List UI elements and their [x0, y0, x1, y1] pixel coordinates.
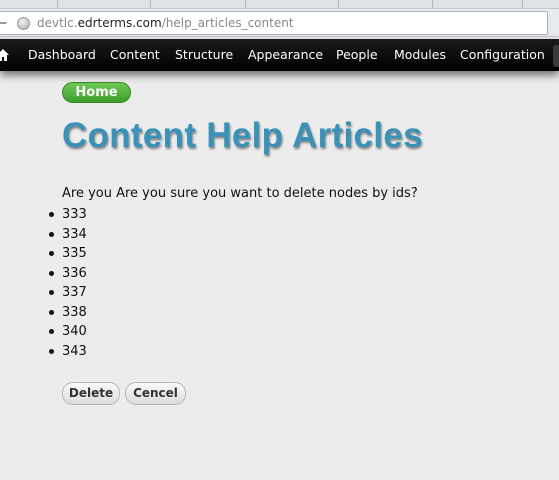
globe-icon: [17, 17, 30, 30]
url-field[interactable]: ─ devtlc.edrterms.com/help_articles_cont…: [0, 11, 548, 35]
cancel-button[interactable]: Cencel: [125, 382, 186, 405]
node-id-list: 333 334 335 336 337 338 340 343: [49, 206, 87, 363]
toolbar-item-modules[interactable]: Modules: [394, 47, 446, 62]
list-item: 336: [49, 265, 87, 285]
list-item: 340: [49, 323, 87, 343]
toolbar-item-structure[interactable]: Structure: [175, 47, 233, 62]
toolbar-item-dashboard[interactable]: Dashboard: [28, 47, 96, 62]
delete-button[interactable]: Delete: [62, 382, 120, 405]
list-item: 343: [49, 343, 87, 363]
toolbar-item-people[interactable]: People: [336, 47, 378, 62]
toolbar-item-appearance[interactable]: Appearance: [248, 47, 323, 62]
admin-toolbar: Dashboard Content Structure Appearance P…: [0, 39, 559, 71]
list-item: 338: [49, 304, 87, 324]
list-item: 335: [49, 245, 87, 265]
page-title: Content Help Articles: [62, 116, 423, 155]
list-item: 337: [49, 284, 87, 304]
home-button[interactable]: Home: [62, 82, 131, 103]
list-item: 334: [49, 226, 87, 246]
url-text[interactable]: devtlc.edrterms.com/help_articles_conten…: [37, 16, 294, 30]
toolbar-item-content[interactable]: Content: [110, 47, 160, 62]
home-icon[interactable]: [0, 48, 10, 62]
list-item: 333: [49, 206, 87, 226]
toolbar-edge-tab[interactable]: [553, 45, 559, 67]
delete-confirmation-question: Are you Are you sure you want to delete …: [62, 186, 418, 201]
back-arrow-icon[interactable]: ─: [0, 16, 6, 30]
url-path: /help_articles_content: [161, 16, 294, 30]
url-prefix: devtlc.: [37, 16, 78, 30]
browser-address-bar: ─ devtlc.edrterms.com/help_articles_cont…: [0, 9, 559, 37]
browser-tab-strip: [0, 0, 559, 9]
url-host: edrterms.com: [77, 16, 162, 30]
toolbar-item-configuration[interactable]: Configuration: [460, 47, 545, 62]
